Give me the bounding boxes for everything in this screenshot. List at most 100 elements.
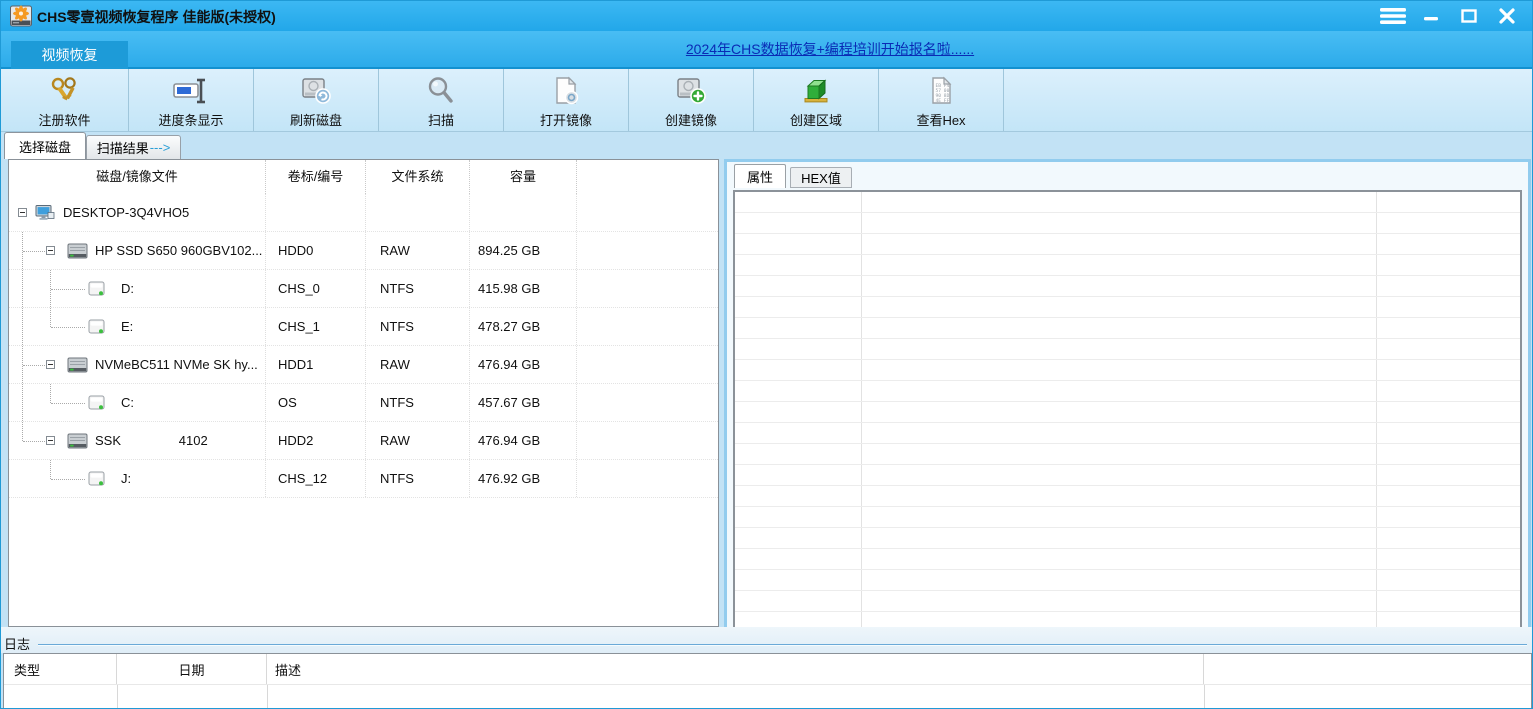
cell-filesystem: NTFS (366, 270, 470, 307)
toolbar: 注册软件 进度条显示 刷新磁盘 (1, 69, 1532, 132)
table-row-disk[interactable]: HP SSD S650 960GBV102... HDD0 RAW 894.25… (9, 232, 718, 270)
header-filesystem[interactable]: 文件系统 (366, 160, 470, 194)
cell-volume: OS (266, 384, 366, 421)
cell-filesystem: NTFS (366, 308, 470, 345)
table-row-partition[interactable]: J: CHS_12 NTFS 476.92 GB (9, 460, 718, 498)
log-table: 类型 日期 描述 (3, 653, 1532, 708)
open-image-icon (549, 75, 583, 107)
titlebar: CHS零壹视频恢复程序 佳能版(未授权) (1, 1, 1532, 31)
svg-text:4E FF: 4E FF (936, 98, 950, 104)
header-disk-image[interactable]: 磁盘/镜像文件 (9, 160, 266, 194)
toolbar-button-label: 打开镜像 (540, 110, 592, 129)
property-grid-row (735, 213, 1520, 234)
log-header-type[interactable]: 类型 (4, 654, 117, 684)
property-grid-row (735, 507, 1520, 528)
app-window: CHS零壹视频恢复程序 佳能版(未授权) (0, 0, 1533, 709)
cell-filesystem (366, 194, 470, 231)
table-row-partition[interactable]: D: CHS_0 NTFS 415.98 GB (9, 270, 718, 308)
property-grid-row (735, 381, 1520, 402)
tab-scan-result-arrow: ---> (150, 140, 171, 155)
tab-video-recovery[interactable]: 视频恢复 (11, 41, 128, 69)
maximize-button[interactable] (1450, 3, 1488, 29)
hard-disk-icon (67, 433, 88, 449)
partition-icon (88, 319, 106, 335)
property-grid-row (735, 528, 1520, 549)
property-grid-row (735, 486, 1520, 507)
promo-area: 2024年CHS数据恢复+编程培训开始报名啦...... (128, 31, 1532, 67)
cell-capacity: 415.98 GB (470, 270, 577, 307)
tree-node-label: C: (121, 384, 134, 421)
collapse-expander-icon[interactable] (46, 246, 55, 255)
cell-capacity: 894.25 GB (470, 232, 577, 269)
progress-display-button[interactable]: 进度条显示 (129, 69, 254, 131)
cell-volume: CHS_12 (266, 460, 366, 497)
toolbar-button-label: 创建镜像 (665, 110, 717, 129)
app-logo-icon (9, 4, 33, 28)
create-region-button[interactable]: 创建区域 (754, 69, 879, 131)
toolbar-button-label: 刷新磁盘 (290, 110, 342, 129)
cell-capacity: 476.94 GB (470, 346, 577, 383)
table-row-disk[interactable]: SSK 4102 HDD2 RAW 476.94 GB (9, 422, 718, 460)
property-panel-tabs: 属性 HEX值 (727, 162, 1528, 188)
toolbar-button-label: 查看Hex (916, 110, 965, 129)
open-image-button[interactable]: 打开镜像 (504, 69, 629, 131)
window-controls (1374, 3, 1526, 29)
hamburger-icon (1378, 6, 1408, 26)
table-row-computer[interactable]: DESKTOP-3Q4VHO5 (9, 194, 718, 232)
create-region-icon (799, 75, 833, 107)
property-grid-row (735, 423, 1520, 444)
property-grid-row (735, 570, 1520, 591)
tab-hex-value[interactable]: HEX值 (790, 167, 852, 188)
close-button[interactable] (1488, 3, 1526, 29)
collapse-expander-icon[interactable] (18, 208, 27, 217)
property-grid-row (735, 255, 1520, 276)
tree-node-label: DESKTOP-3Q4VHO5 (63, 194, 189, 231)
keys-icon (48, 75, 82, 107)
log-strip (1, 627, 1532, 653)
computer-icon (35, 204, 55, 221)
cell-capacity: 476.92 GB (470, 460, 577, 497)
toolbar-button-label: 创建区域 (790, 110, 842, 129)
disk-table-header: 磁盘/镜像文件 卷标/编号 文件系统 容量 (9, 160, 718, 194)
table-row-disk[interactable]: NVMeBC511 NVMe SK hy... HDD1 RAW 476.94 … (9, 346, 718, 384)
log-table-header: 类型 日期 描述 (4, 654, 1531, 685)
tab-properties[interactable]: 属性 (734, 164, 786, 188)
minimize-icon (1422, 7, 1440, 25)
register-software-button[interactable]: 注册软件 (1, 69, 129, 131)
property-grid-row (735, 402, 1520, 423)
partition-icon (88, 395, 106, 411)
collapse-expander-icon[interactable] (46, 436, 55, 445)
tab-scan-result[interactable]: 扫描结果 ---> (86, 135, 181, 159)
cell-capacity: 476.94 GB (470, 422, 577, 459)
scan-button[interactable]: 扫描 (379, 69, 504, 131)
window-title: CHS零壹视频恢复程序 佳能版(未授权) (37, 7, 276, 27)
property-grid-row (735, 276, 1520, 297)
log-header-desc[interactable]: 描述 (267, 654, 1204, 684)
property-grid-row (735, 444, 1520, 465)
log-header-extra (1204, 654, 1531, 684)
tab-select-disk[interactable]: 选择磁盘 (4, 132, 86, 159)
tree-node-label: SSK 4102 (95, 422, 208, 459)
tab-scan-result-label: 扫描结果 (97, 138, 149, 157)
header-capacity[interactable]: 容量 (470, 160, 577, 194)
cell-filesystem: RAW (366, 422, 470, 459)
collapse-expander-icon[interactable] (46, 360, 55, 369)
view-hex-button[interactable]: EB F4 57 00 90 8D 4E FF 查看Hex (879, 69, 1004, 131)
toolbar-button-label: 扫描 (428, 110, 454, 129)
promo-link[interactable]: 2024年CHS数据恢复+编程培训开始报名啦...... (686, 39, 974, 59)
log-header-date[interactable]: 日期 (117, 654, 267, 684)
refresh-disk-button[interactable]: 刷新磁盘 (254, 69, 379, 131)
cell-filesystem: RAW (366, 232, 470, 269)
menu-band: 视频恢复 2024年CHS数据恢复+编程培训开始报名啦...... (1, 31, 1532, 69)
close-icon (1498, 7, 1516, 25)
create-image-button[interactable]: 创建镜像 (629, 69, 754, 131)
log-label: 日志 (4, 634, 30, 653)
table-row-partition[interactable]: E: CHS_1 NTFS 478.27 GB (9, 308, 718, 346)
table-row-partition[interactable]: C: OS NTFS 457.67 GB (9, 384, 718, 422)
cell-volume: HDD1 (266, 346, 366, 383)
cell-volume (266, 194, 366, 231)
minimize-button[interactable] (1412, 3, 1450, 29)
menu-button[interactable] (1374, 3, 1412, 29)
header-volume[interactable]: 卷标/编号 (266, 160, 366, 194)
create-image-icon (673, 75, 709, 107)
